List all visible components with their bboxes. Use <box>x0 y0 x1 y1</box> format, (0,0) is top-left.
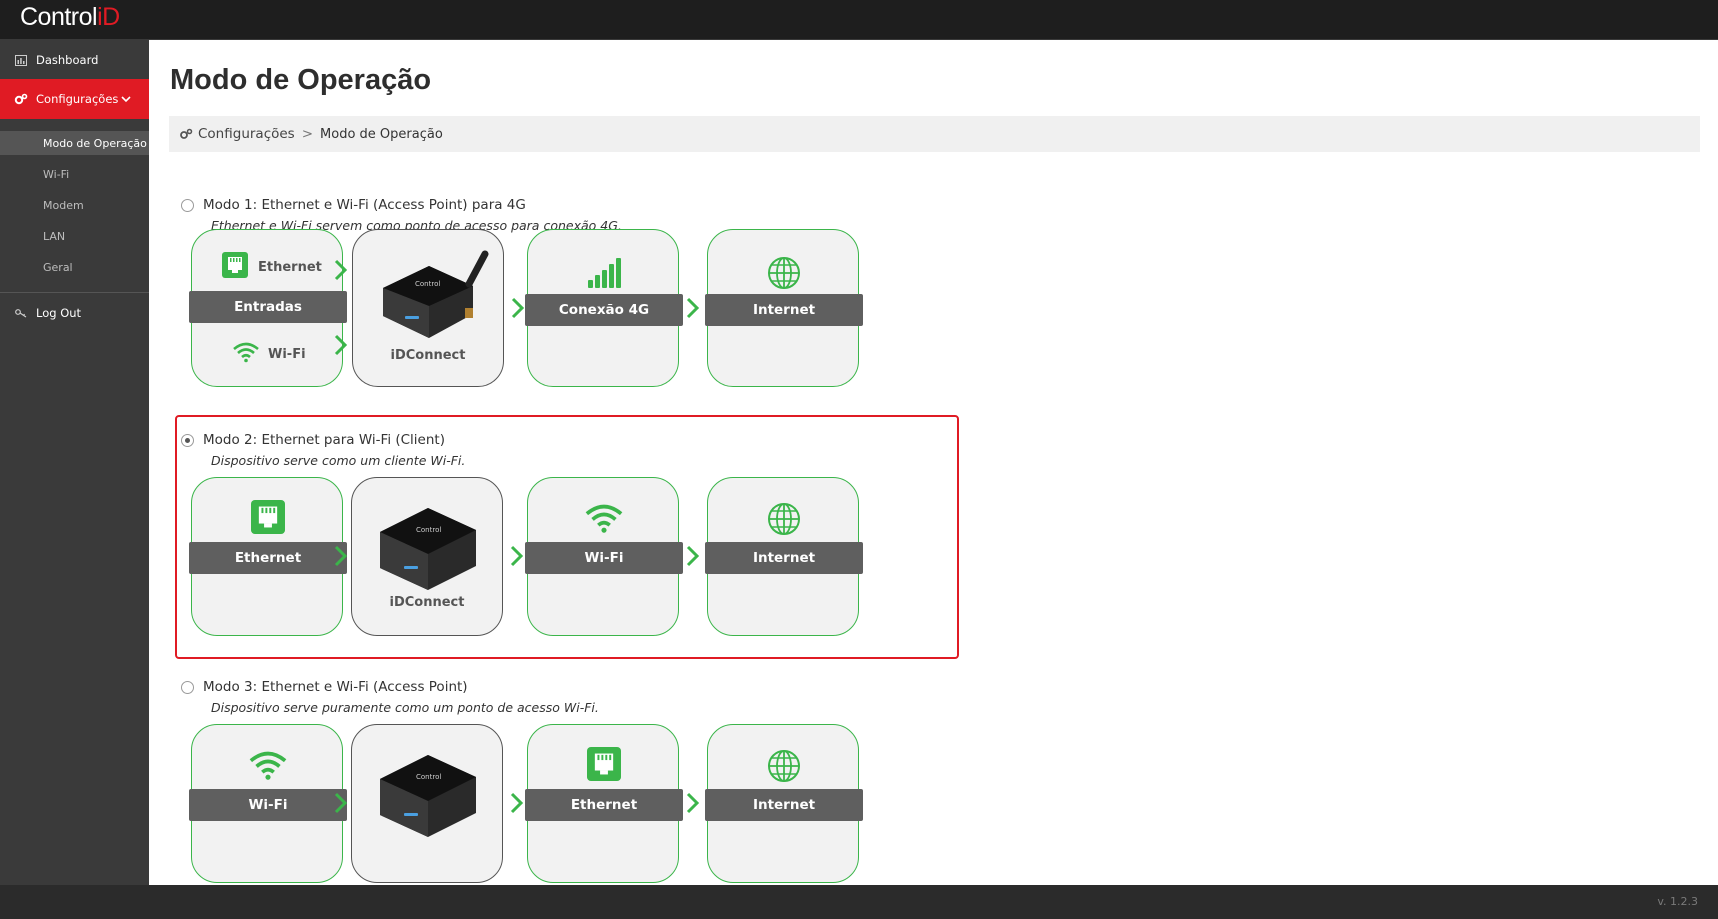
mode-3: Modo 3: Ethernet e Wi-Fi (Access Point) … <box>175 677 935 715</box>
ethernet-icon <box>222 252 248 282</box>
svg-text:Control: Control <box>416 526 441 534</box>
sidebar-subitem-wifi[interactable]: Wi-Fi <box>0 162 149 186</box>
signal-bars-icon <box>588 258 621 288</box>
internet-band: Internet <box>705 294 863 326</box>
mode-2-wifi-card: Wi-Fi <box>525 477 683 636</box>
chevron-down-icon <box>121 92 131 106</box>
device-label: iDConnect <box>389 595 465 610</box>
wifi-band: Wi-Fi <box>525 542 683 574</box>
idconnect-device-icon: Control <box>380 755 476 837</box>
arrow-right-icon <box>686 792 700 814</box>
version-label: v. 1.2.3 <box>1657 895 1698 908</box>
internet-band: Internet <box>705 789 863 821</box>
wifi-icon <box>585 504 623 533</box>
brand-logo[interactable]: ControliD <box>20 3 120 32</box>
arrow-right-icon <box>686 545 700 567</box>
mode-1-4g-card: Conexão 4G <box>525 229 683 387</box>
device-label: iDConnect <box>390 348 466 363</box>
ethernet-label: Ethernet <box>258 259 322 275</box>
gears-icon <box>14 92 28 106</box>
mode-3-radio[interactable] <box>181 680 194 694</box>
sidebar-subitem-geral[interactable]: Geral <box>0 255 149 279</box>
sidebar-item-label: Configurações <box>36 92 119 106</box>
globe-icon <box>768 503 800 535</box>
mode-2-internet-card: Internet <box>705 477 863 636</box>
brand-accent: iD <box>97 3 120 31</box>
mode-3-wifi-card: Wi-Fi <box>189 724 347 883</box>
brand-main: Control <box>20 3 98 31</box>
mode-2-radio[interactable] <box>181 433 194 447</box>
main-content: Modo de Operação Configurações > Modo de… <box>149 40 1718 885</box>
arrow-right-icon <box>334 792 348 814</box>
mode-3-description: Dispositivo serve puramente como um pont… <box>211 700 599 715</box>
conn-4g-band: Conexão 4G <box>525 294 683 326</box>
breadcrumb-separator: > <box>301 126 314 142</box>
mode-2: Modo 2: Ethernet para Wi-Fi (Client) Dis… <box>175 430 935 468</box>
globe-icon <box>768 750 800 782</box>
svg-text:Control: Control <box>416 773 441 781</box>
sidebar-item-configuracoes[interactable]: Configurações <box>0 79 149 119</box>
mode-2-device-card: Control iDConnect <box>351 477 503 636</box>
arrow-right-icon <box>510 545 524 567</box>
idconnect-4g-device-icon: Control <box>383 250 489 338</box>
arrow-right-icon <box>334 334 348 356</box>
ethernet-icon <box>587 747 621 781</box>
gears-icon <box>179 128 193 140</box>
sidebar-item-dashboard[interactable]: Dashboard <box>0 40 149 80</box>
key-icon <box>14 306 28 320</box>
mode-3-device-card: Control <box>351 724 503 883</box>
mode-1-title: Modo 1: Ethernet e Wi-Fi (Access Point) … <box>203 197 526 213</box>
ethernet-icon <box>251 500 285 534</box>
ethernet-band: Ethernet <box>189 542 347 574</box>
globe-icon <box>768 257 800 289</box>
idconnect-device-icon: Control <box>380 508 476 590</box>
sidebar-item-label: Log Out <box>36 306 82 320</box>
sidebar: Dashboard Configurações Modo de Operação… <box>0 40 149 885</box>
mode-3-internet-card: Internet <box>705 724 863 883</box>
mode-1-radio[interactable] <box>181 198 194 212</box>
mode-2-ethernet-card: Ethernet <box>189 477 347 636</box>
sidebar-subitem-modo[interactable]: Modo de Operação <box>0 131 149 155</box>
mode-2-title: Modo 2: Ethernet para Wi-Fi (Client) <box>203 432 445 448</box>
svg-text:Control: Control <box>415 280 440 288</box>
breadcrumb-root[interactable]: Configurações <box>198 126 295 142</box>
arrow-right-icon <box>334 259 348 281</box>
mode-1-inputs-card: Ethernet Entradas Wi-Fi <box>189 229 347 387</box>
sidebar-item-logout[interactable]: Log Out <box>0 293 149 333</box>
footer: v. 1.2.3 <box>0 885 1718 919</box>
breadcrumb: Configurações > Modo de Operação <box>169 116 1700 152</box>
arrow-right-icon <box>511 297 525 319</box>
sidebar-subitem-modem[interactable]: Modem <box>0 193 149 217</box>
sidebar-item-label: Dashboard <box>36 53 99 67</box>
arrow-right-icon <box>510 792 524 814</box>
wifi-icon <box>232 341 260 367</box>
breadcrumb-current: Modo de Operação <box>320 126 443 142</box>
mode-2-description: Dispositivo serve como um cliente Wi-Fi. <box>211 453 466 468</box>
mode-3-title: Modo 3: Ethernet e Wi-Fi (Access Point) <box>203 679 468 695</box>
mode-1-device-card: Control iDConnect <box>352 229 504 387</box>
mode-1: Modo 1: Ethernet e Wi-Fi (Access Point) … <box>175 195 935 233</box>
sidebar-subitem-lan[interactable]: LAN <box>0 224 149 248</box>
wifi-icon <box>249 751 287 780</box>
mode-1-internet-card: Internet <box>705 229 863 387</box>
ethernet-band: Ethernet <box>525 789 683 821</box>
chart-icon <box>14 53 28 67</box>
mode-3-ethernet-card: Ethernet <box>525 724 683 883</box>
page-title: Modo de Operação <box>170 64 432 96</box>
wifi-band: Wi-Fi <box>189 789 347 821</box>
arrow-right-icon <box>334 545 348 567</box>
internet-band: Internet <box>705 542 863 574</box>
wifi-label: Wi-Fi <box>268 346 306 362</box>
top-bar: ControliD <box>0 0 1718 40</box>
inputs-band: Entradas <box>189 291 347 323</box>
arrow-right-icon <box>686 297 700 319</box>
